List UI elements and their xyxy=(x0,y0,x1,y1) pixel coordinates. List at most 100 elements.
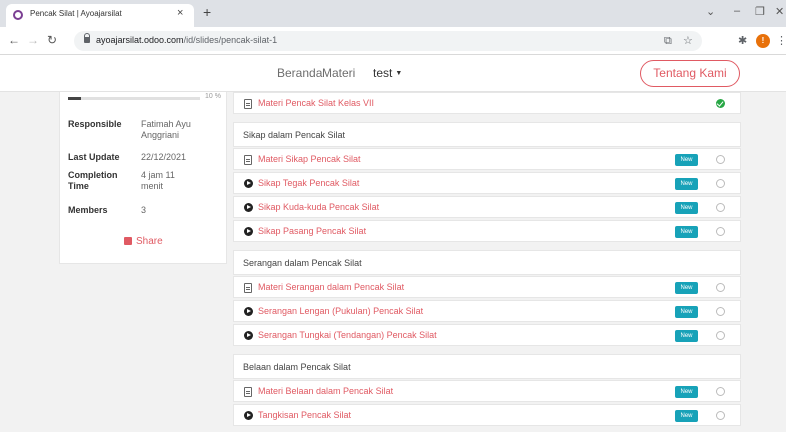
incomplete-circle-icon xyxy=(716,387,725,396)
progress-bar xyxy=(68,97,200,100)
info-value: Fatimah Ayu Anggriani xyxy=(141,119,191,140)
item-title-link[interactable]: Serangan Lengan (Pukulan) Pencak Silat xyxy=(258,306,423,316)
item-title-link[interactable]: Materi Serangan dalam Pencak Silat xyxy=(258,282,404,292)
incomplete-circle-icon xyxy=(716,307,725,316)
section-header: Belaan dalam Pencak Silat xyxy=(233,354,741,379)
play-icon xyxy=(244,179,253,188)
incomplete-circle-icon xyxy=(716,179,725,188)
close-window-button[interactable]: ✕ xyxy=(775,5,784,18)
new-badge: New xyxy=(675,178,698,190)
info-value: 4 jam 11 menit xyxy=(141,170,175,191)
content-item[interactable]: Sikap Pasang Pencak Silat New xyxy=(233,220,741,242)
item-title-link[interactable]: Serangan Tungkai (Tendangan) Pencak Sila… xyxy=(258,330,437,340)
play-icon xyxy=(244,411,253,420)
section-title: Serangan dalam Pencak Silat xyxy=(243,258,362,268)
tab-close-icon[interactable]: × xyxy=(177,7,183,19)
item-title-link[interactable]: Tangkisan Pencak Silat xyxy=(258,410,351,420)
item-title-link[interactable]: Materi Pencak Silat Kelas VII xyxy=(258,98,374,108)
url-domain: ayoajarsilat.odoo.com xyxy=(96,35,184,45)
section-header: Serangan dalam Pencak Silat xyxy=(233,250,741,275)
restore-button[interactable]: ❐ xyxy=(755,5,765,18)
caret-down-icon: ▼ xyxy=(395,70,403,77)
item-title-link[interactable]: Sikap Tegak Pencak Silat xyxy=(258,178,359,188)
new-badge: New xyxy=(675,226,698,238)
new-badge: New xyxy=(675,154,698,166)
browser-menu-icon[interactable]: ⋮ xyxy=(776,34,786,47)
progress-percent: 10 % xyxy=(205,93,221,100)
minimize-button[interactable]: – xyxy=(734,5,740,17)
item-title-link[interactable]: Materi Sikap Pencak Silat xyxy=(258,154,361,164)
section-title: Belaan dalam Pencak Silat xyxy=(243,362,351,372)
content-item[interactable]: Tangkisan Pencak Silat New xyxy=(233,404,741,426)
url-input[interactable]: ayoajarsilat.odoo.com/id/slides/pencak-s… xyxy=(74,31,702,51)
share-icon xyxy=(124,237,132,245)
info-label: Last Update xyxy=(68,152,120,162)
user-menu[interactable]: test ▼ xyxy=(373,66,402,80)
lock-icon xyxy=(84,33,90,43)
content-item[interactable]: Sikap Kuda-kuda Pencak Silat New xyxy=(233,196,741,218)
content-item[interactable]: Materi Belaan dalam Pencak Silat New xyxy=(233,380,741,402)
tab-search-icon[interactable]: ⌄ xyxy=(706,5,715,18)
browser-tab[interactable]: Pencak Silat | Ayoajarsilat × xyxy=(6,4,194,27)
page-root: Pencak Silat | Ayoajarsilat × + ⌄ – ❐ ✕ … xyxy=(0,0,786,432)
url-path: /id/slides/pencak-silat-1 xyxy=(183,35,278,45)
profile-avatar-icon[interactable]: ! xyxy=(756,34,770,48)
tab-title: Pencak Silat | Ayoajarsilat xyxy=(30,9,122,18)
incomplete-circle-icon xyxy=(716,331,725,340)
browser-tabbar: Pencak Silat | Ayoajarsilat × + ⌄ – ❐ ✕ xyxy=(0,0,786,27)
content-item[interactable]: Sikap Tegak Pencak Silat New xyxy=(233,172,741,194)
content-item[interactable]: Materi Sikap Pencak Silat New xyxy=(233,148,741,170)
url-text: ayoajarsilat.odoo.com/id/slides/pencak-s… xyxy=(96,35,277,45)
share-button[interactable]: Share xyxy=(124,236,163,247)
new-badge: New xyxy=(675,330,698,342)
completed-check-icon xyxy=(716,99,725,108)
play-icon xyxy=(244,227,253,236)
reload-icon[interactable]: ↻ xyxy=(47,33,57,47)
bookmark-star-icon[interactable]: ☆ xyxy=(683,34,693,47)
document-icon xyxy=(244,99,252,109)
share-label: Share xyxy=(136,236,163,247)
extensions-puzzle-icon[interactable]: ✱ xyxy=(738,34,747,47)
content-item[interactable]: Serangan Lengan (Pukulan) Pencak Silat Ne… xyxy=(233,300,741,322)
section-title: Sikap dalam Pencak Silat xyxy=(243,130,346,140)
item-title-link[interactable]: Materi Belaan dalam Pencak Silat xyxy=(258,386,393,396)
content-item[interactable]: Serangan Tungkai (Tendangan) Pencak Sila… xyxy=(233,324,741,346)
user-name: test xyxy=(373,66,393,80)
play-icon xyxy=(244,203,253,212)
progress-fill xyxy=(68,97,82,100)
site-header: Beranda Materi test ▼ Tentang Kami xyxy=(0,55,786,92)
back-arrow-icon[interactable]: ← xyxy=(8,33,20,47)
share-page-icon[interactable]: ⧉ xyxy=(664,35,672,48)
item-title-link[interactable]: Sikap Kuda-kuda Pencak Silat xyxy=(258,202,379,212)
incomplete-circle-icon xyxy=(716,411,725,420)
forward-arrow-icon[interactable]: → xyxy=(27,33,39,47)
new-tab-button[interactable]: + xyxy=(203,4,211,20)
info-label: Responsible xyxy=(68,119,122,129)
info-label: Members xyxy=(68,205,108,215)
new-badge: New xyxy=(675,410,698,422)
info-value: 3 xyxy=(141,205,147,215)
content-item[interactable]: Materi Pencak Silat Kelas VII xyxy=(233,92,741,114)
item-title-link[interactable]: Sikap Pasang Pencak Silat xyxy=(258,226,366,236)
incomplete-circle-icon xyxy=(716,155,725,164)
content-item[interactable]: Materi Serangan dalam Pencak Silat New xyxy=(233,276,741,298)
play-icon xyxy=(244,331,253,340)
course-info-card: 10 % Responsible Fatimah Ayu Anggriani L… xyxy=(59,92,227,264)
incomplete-circle-icon xyxy=(716,227,725,236)
incomplete-circle-icon xyxy=(716,283,725,292)
play-icon xyxy=(244,307,253,316)
new-badge: New xyxy=(675,386,698,398)
document-icon xyxy=(244,283,252,293)
info-value: 22/12/2021 xyxy=(141,152,187,162)
document-icon xyxy=(244,155,252,165)
tentang-kami-button[interactable]: Tentang Kami xyxy=(640,60,740,87)
nav-link-beranda[interactable]: Beranda xyxy=(277,66,322,80)
info-label: Completion Time xyxy=(68,170,118,191)
new-badge: New xyxy=(675,306,698,318)
nav-link-materi[interactable]: Materi xyxy=(322,66,355,80)
document-icon xyxy=(244,387,252,397)
odoo-favicon-icon xyxy=(13,10,23,20)
address-bar-row: ← → ↻ ayoajarsilat.odoo.com/id/slides/pe… xyxy=(0,27,786,55)
section-header: Sikap dalam Pencak Silat xyxy=(233,122,741,147)
new-badge: New xyxy=(675,202,698,214)
